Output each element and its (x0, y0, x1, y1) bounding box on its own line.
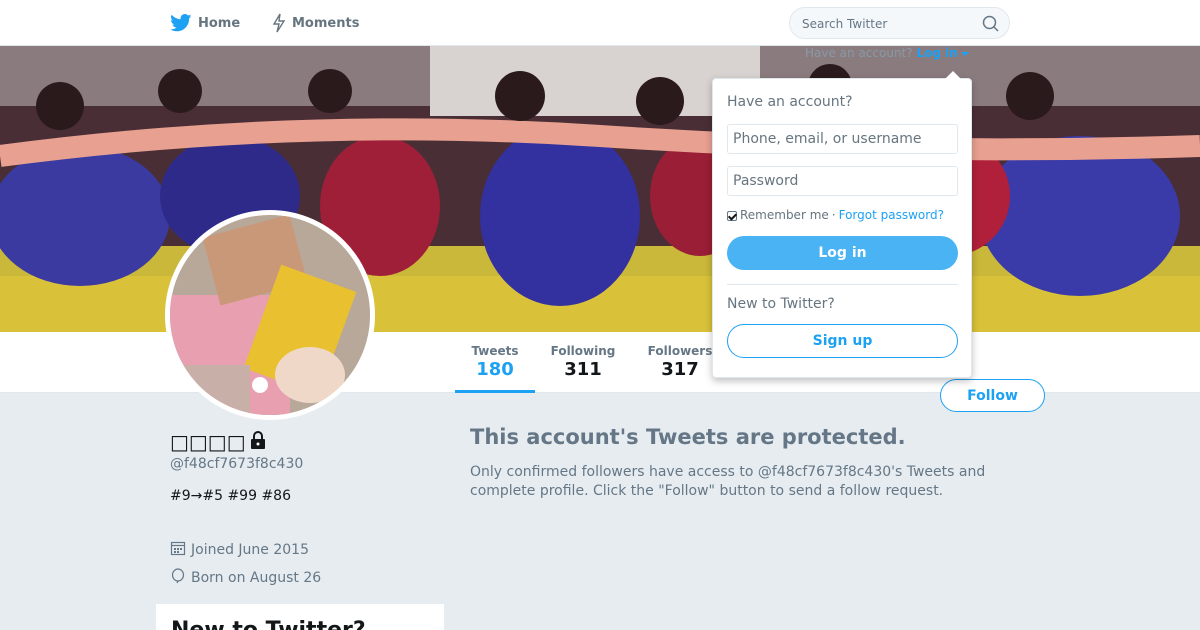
twitter-bird-icon (170, 14, 192, 32)
stat-followers[interactable]: Followers 317 (643, 344, 717, 380)
stat-label: Followers (647, 344, 713, 358)
username-field[interactable] (727, 124, 958, 154)
login-hint-text: Have an account? (805, 46, 913, 60)
stat-tweets[interactable]: Tweets 180 (455, 344, 535, 393)
profile-bio: #9→#5 #99 #86 (170, 488, 291, 504)
nav-home-label: Home (198, 15, 241, 31)
profile-name-text: □□□□ (170, 430, 246, 454)
born-text: Born on August 26 (191, 570, 322, 586)
signup-button[interactable]: Sign up (727, 324, 958, 358)
caret-down-icon (960, 51, 969, 56)
search-box (789, 7, 1010, 39)
avatar[interactable] (165, 210, 375, 420)
remember-me-checkbox[interactable] (727, 211, 737, 221)
login-toggle-link[interactable]: Log in (916, 46, 969, 60)
login-dropdown: Have an account? Remember me · Forgot pa… (712, 71, 972, 378)
new-to-twitter-heading: New to Twitter? (727, 296, 835, 312)
stat-label: Following (550, 344, 616, 358)
profile-name: □□□□ (170, 430, 266, 454)
stat-label: Tweets (471, 344, 519, 358)
stat-value: 180 (476, 359, 514, 380)
remember-row: Remember me · Forgot password? (727, 208, 944, 222)
joined-date: Joined June 2015 (170, 540, 309, 560)
stat-value: 311 (564, 359, 602, 380)
protected-title: This account's Tweets are protected. (470, 425, 906, 449)
calendar-icon (170, 540, 186, 560)
search-input[interactable] (802, 15, 972, 33)
separator-dot: · (831, 208, 836, 222)
login-toggle-label: Log in (916, 46, 958, 60)
stat-value: 317 (661, 359, 699, 380)
password-field[interactable] (727, 166, 958, 196)
login-hint: Have an account? Log in (805, 46, 969, 60)
login-button[interactable]: Log in (727, 236, 958, 270)
search-icon[interactable] (982, 15, 999, 36)
birthday: Born on August 26 (170, 568, 321, 588)
lightning-icon (272, 13, 286, 33)
lock-icon (250, 430, 266, 454)
protected-text: Only confirmed followers have access to … (470, 464, 986, 499)
login-heading: Have an account? (727, 94, 853, 110)
signup-card: New to Twitter? (156, 604, 444, 630)
nav-moments-label: Moments (292, 15, 360, 31)
forgot-password-link[interactable]: Forgot password? (839, 208, 944, 222)
joined-text: Joined June 2015 (191, 542, 309, 558)
top-navigation: Home Moments (0, 0, 1200, 46)
follow-button[interactable]: Follow (940, 379, 1045, 412)
stat-following[interactable]: Following 311 (545, 344, 621, 380)
nav-home[interactable]: Home (170, 13, 240, 33)
dropdown-arrow (945, 71, 961, 79)
divider (727, 284, 958, 285)
profile-handle[interactable]: @f48cf7673f8c430 (170, 456, 303, 472)
remember-me-label[interactable]: Remember me (740, 208, 829, 222)
signup-card-title: New to Twitter? (171, 618, 366, 630)
balloon-icon (170, 568, 186, 588)
nav-moments[interactable]: Moments (272, 13, 359, 33)
